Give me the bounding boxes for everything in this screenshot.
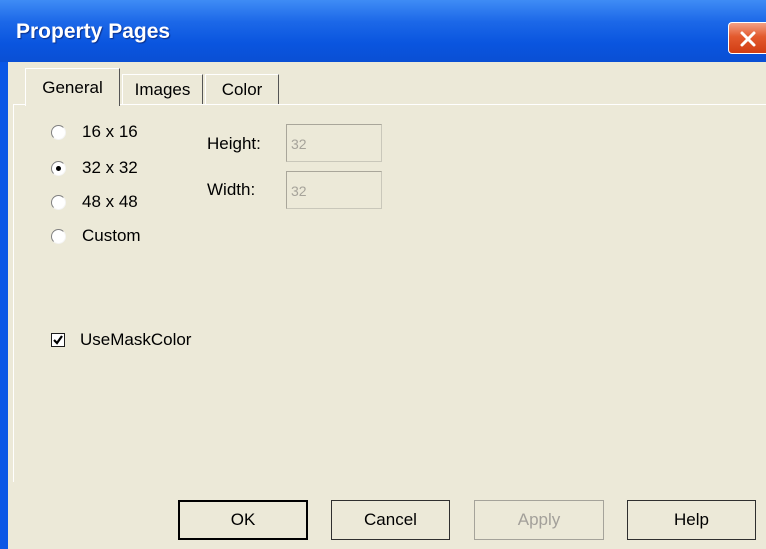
close-icon — [740, 31, 756, 47]
ok-button[interactable]: OK — [178, 500, 308, 540]
use-mask-color-checkbox[interactable] — [51, 333, 65, 347]
width-input[interactable] — [286, 171, 382, 209]
width-label: Width: — [207, 180, 256, 199]
radio-custom-label: Custom — [82, 226, 141, 245]
height-label: Height: — [207, 134, 261, 153]
tab-general[interactable]: General — [25, 68, 120, 106]
help-button[interactable]: Help — [627, 500, 756, 540]
tab-images[interactable]: Images — [122, 74, 203, 104]
radio-custom-button[interactable] — [51, 228, 66, 244]
close-button[interactable] — [728, 22, 766, 54]
cancel-button[interactable]: Cancel — [331, 500, 450, 540]
use-mask-color-label: UseMaskColor — [80, 330, 192, 349]
radio-custom[interactable]: Custom — [51, 223, 141, 249]
tab-color-label: Color — [221, 79, 263, 99]
window-title: Property Pages — [16, 20, 171, 43]
tab-general-label: General — [42, 77, 103, 97]
radio-48x48-button[interactable] — [51, 194, 66, 210]
radio-32x32-label: 32 x 32 — [82, 158, 138, 177]
dialog-client-area: General Images Color 16 x 16 32 x 32 48 … — [8, 62, 766, 549]
radio-16x16[interactable]: 16 x 16 — [51, 119, 138, 145]
radio-16x16-button[interactable] — [51, 124, 66, 140]
radio-48x48-label: 48 x 48 — [82, 192, 138, 211]
radio-16x16-label: 16 x 16 — [82, 122, 138, 141]
checkmark-icon — [53, 335, 63, 345]
apply-button[interactable]: Apply — [474, 500, 604, 540]
use-mask-color-checkbox-row[interactable]: UseMaskColor — [51, 330, 191, 350]
tab-color[interactable]: Color — [205, 74, 279, 104]
height-input[interactable] — [286, 124, 382, 162]
radio-32x32-button[interactable] — [51, 160, 66, 176]
radio-48x48[interactable]: 48 x 48 — [51, 189, 138, 215]
property-pages-window: Property Pages General Images Color 16 x… — [0, 0, 766, 549]
tab-images-label: Images — [134, 79, 191, 99]
radio-32x32[interactable]: 32 x 32 — [51, 155, 138, 181]
title-bar[interactable]: Property Pages — [0, 0, 766, 62]
general-tab-panel: 16 x 16 32 x 32 48 x 48 Custom Height: W… — [13, 104, 766, 482]
